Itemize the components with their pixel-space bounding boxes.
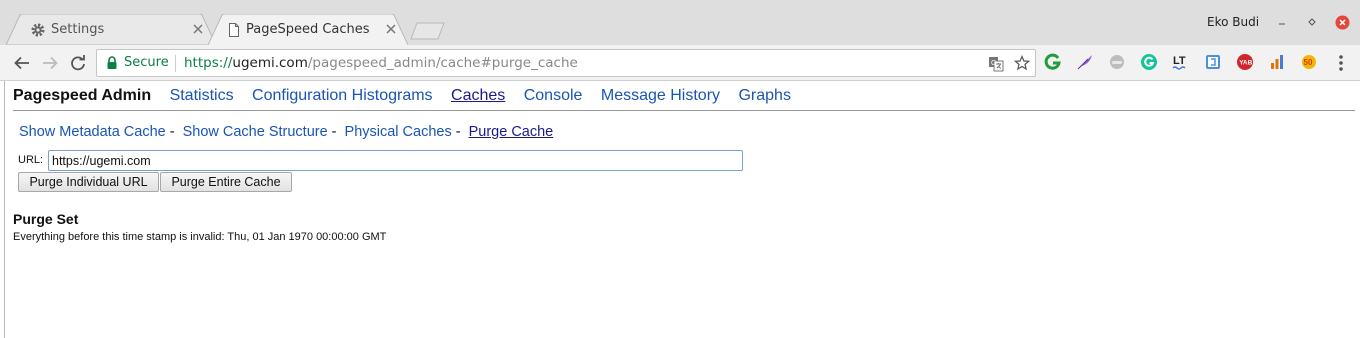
title-bar: Settings PageSpeed Caches Eko Budi <box>0 0 1360 46</box>
yab-icon[interactable]: YAB <box>1236 53 1254 71</box>
ghostery-icon[interactable] <box>1108 53 1126 71</box>
separator: - <box>455 124 461 140</box>
subnav-show-metadata-cache[interactable]: Show Metadata Cache <box>19 124 166 140</box>
tab-pagespeed-caches[interactable]: PageSpeed Caches <box>208 14 408 46</box>
secure-label[interactable]: Secure <box>124 55 169 70</box>
translate-icon[interactable]: G <box>988 56 1004 72</box>
grammarly-g-icon[interactable] <box>1044 53 1062 71</box>
tab-settings[interactable]: Settings <box>6 14 216 45</box>
extension-bracket-icon[interactable] <box>1204 53 1222 71</box>
page-content: Pagespeed Admin Statistics Configuration… <box>4 81 1360 338</box>
profile-name[interactable]: Eko Budi <box>1207 15 1259 29</box>
url-host: ugemi.com <box>232 55 308 71</box>
svg-text:YAB: YAB <box>1239 60 1252 67</box>
tab-title: Settings <box>51 22 105 37</box>
languagetool-icon[interactable]: LT <box>1172 53 1190 71</box>
analytics-icon[interactable] <box>1268 53 1286 71</box>
back-arrow-icon[interactable] <box>13 54 31 72</box>
divider <box>13 110 1355 111</box>
svg-text:LT: LT <box>1173 55 1186 67</box>
feather-icon[interactable] <box>1076 53 1094 71</box>
gear-icon <box>31 23 45 37</box>
purge-url-input[interactable] <box>48 150 743 171</box>
close-tab-icon[interactable] <box>192 23 204 35</box>
url-label: URL: <box>18 154 44 166</box>
address-bar[interactable]: Secure https://ugemi.com/pagespeed_admin… <box>96 49 1036 77</box>
brand-title: Pagespeed Admin <box>13 87 152 104</box>
purge-entire-cache-button[interactable]: Purge Entire Cache <box>160 172 292 192</box>
nav-message-history[interactable]: Message History <box>601 87 720 104</box>
close-window-icon[interactable] <box>1335 15 1350 30</box>
divider <box>175 55 176 72</box>
menu-dots-icon[interactable] <box>1334 53 1348 73</box>
admin-nav: Pagespeed Admin Statistics Configuration… <box>13 87 805 109</box>
svg-text:G: G <box>991 60 996 67</box>
page-icon <box>229 23 239 37</box>
url-scheme: https:// <box>184 55 233 71</box>
purge-set-heading: Purge Set <box>13 211 79 227</box>
subnav-physical-caches[interactable]: Physical Caches <box>345 124 452 140</box>
nav-statistics[interactable]: Statistics <box>170 87 234 104</box>
subnav-purge-cache[interactable]: Purge Cache <box>469 124 554 140</box>
forward-arrow-icon[interactable] <box>41 54 59 72</box>
url-text[interactable]: https://ugemi.com/pagespeed_admin/cache#… <box>184 55 578 71</box>
purge-set-text: Everything before this time stamp is inv… <box>13 231 387 243</box>
new-tab-button[interactable] <box>410 22 446 40</box>
honey-icon[interactable]: 50 <box>1300 53 1318 71</box>
close-tab-icon[interactable] <box>385 23 397 35</box>
purge-individual-url-button[interactable]: Purge Individual URL <box>18 172 159 192</box>
nav-console[interactable]: Console <box>524 87 583 104</box>
maximize-icon[interactable] <box>1306 16 1318 28</box>
url-path: /pagespeed_admin/cache#purge_cache <box>307 55 578 71</box>
separator: - <box>169 124 175 140</box>
bookmark-star-icon[interactable] <box>1014 55 1030 71</box>
subnav-show-cache-structure[interactable]: Show Cache Structure <box>183 124 328 140</box>
nav-caches[interactable]: Caches <box>451 87 505 104</box>
grammarly-icon[interactable] <box>1140 53 1158 71</box>
separator: - <box>331 124 337 140</box>
tab-title: PageSpeed Caches <box>246 22 370 37</box>
reload-icon[interactable] <box>69 54 87 72</box>
nav-graphs[interactable]: Graphs <box>738 87 790 104</box>
browser-toolbar: Secure https://ugemi.com/pagespeed_admin… <box>0 45 1360 81</box>
svg-text:50: 50 <box>1304 58 1313 67</box>
minimize-icon[interactable] <box>1276 16 1288 28</box>
nav-configuration-histograms[interactable]: Configuration Histograms <box>252 87 433 104</box>
lock-icon[interactable] <box>106 56 118 70</box>
cache-subnav: Show Metadata Cache - Show Cache Structur… <box>19 124 553 140</box>
